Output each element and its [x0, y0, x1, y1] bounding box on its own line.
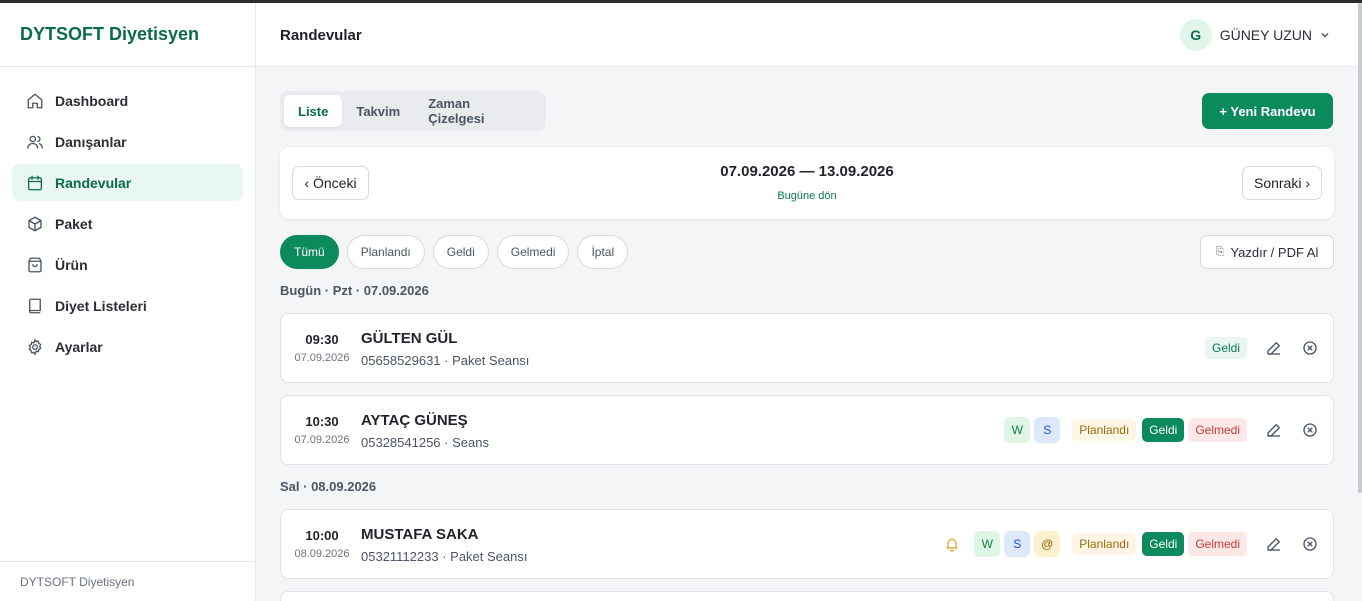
status-badge: Planlandı	[1072, 419, 1137, 441]
filter-absent[interactable]: Gelmedi	[496, 235, 570, 269]
brand-logo[interactable]: DYTSOFT Diyetisyen	[0, 3, 255, 67]
appointment-meta: 05328541256 · Seans	[361, 435, 489, 450]
sidebar-item-label: Randevular	[55, 174, 132, 191]
new-appointment-button[interactable]: + Yeni Randevu	[1202, 93, 1333, 129]
top-header: Randevular G GÜNEY UZUN	[256, 3, 1358, 67]
gear-icon	[26, 337, 44, 356]
client-name: AYTAÇ GÜNEŞ	[361, 412, 468, 429]
sidebar-item-label: Danışanlar	[55, 133, 127, 150]
client-name: GÜLTEN GÜL	[361, 330, 458, 347]
appointment-date: 08.09.2026	[294, 548, 350, 560]
scrollbar[interactable]	[1358, 3, 1362, 493]
sidebar-item-appointments[interactable]: Randevular	[12, 164, 243, 201]
tab-list[interactable]: Liste	[284, 95, 343, 127]
appointment-card[interactable]: 10:30 07.09.2026 AYTAÇ GÜNEŞ 05328541256…	[280, 395, 1334, 465]
next-week-button[interactable]: Sonraki ›	[1242, 166, 1322, 200]
status-badge: Geldi	[1204, 337, 1247, 359]
sidebar-footer: DYTSOFT Diyetisyen	[0, 561, 255, 601]
calendar-icon	[26, 174, 44, 192]
mark-attended-button[interactable]: Geldi	[1142, 418, 1185, 442]
user-name: GÜNEY UZUN	[1219, 27, 1312, 43]
day-header: Bugün · Pzt · 07.09.2026	[280, 283, 429, 298]
status-filters: Tümü Planlandı Geldi Gelmedi İptal	[280, 235, 636, 269]
appointment-meta: 05321112233 · Paket Seansı	[361, 549, 528, 564]
appointment-card[interactable]: 09:30 07.09.2026 GÜLTEN GÜL 05658529631 …	[280, 313, 1334, 383]
sidebar-item-product[interactable]: Ürün	[12, 246, 243, 283]
sidebar-item-label: Ürün	[55, 256, 88, 273]
shopping-bag-icon	[26, 256, 44, 274]
package-icon	[26, 215, 44, 233]
user-menu[interactable]: G GÜNEY UZUN	[1179, 19, 1330, 51]
sidebar-item-clients[interactable]: Danışanlar	[12, 123, 243, 160]
appointment-actions: W S @ Planlandı Geldi Gelmedi	[944, 510, 1319, 578]
view-tabs: Liste Takvim Zaman Çizelgesi	[280, 91, 546, 131]
home-icon	[26, 92, 44, 110]
users-icon	[26, 133, 44, 151]
bell-icon[interactable]	[944, 536, 960, 552]
appointment-time: 09:30	[305, 332, 339, 347]
filter-cancelled[interactable]: İptal	[577, 235, 629, 269]
edit-icon[interactable]	[1265, 421, 1283, 439]
appointment-card[interactable]	[280, 591, 1334, 601]
sidebar: DYTSOFT Diyetisyen Dashboard Danışanlar …	[0, 3, 256, 601]
appointment-date: 07.09.2026	[294, 352, 350, 364]
sidebar-item-label: Paket	[55, 215, 93, 232]
page-title: Randevular	[280, 27, 362, 44]
email-button[interactable]: @	[1034, 531, 1061, 557]
sidebar-item-settings[interactable]: Ayarlar	[12, 328, 243, 365]
cancel-circle-icon[interactable]	[1301, 535, 1319, 553]
chevron-down-icon	[1321, 32, 1329, 38]
week-navigator: ‹ Önceki 07.09.2026 — 13.09.2026 Bugüne …	[280, 147, 1334, 219]
print-pdf-button[interactable]: ⎘ Yazdır / PDF Al	[1200, 235, 1334, 269]
sidebar-nav: Dashboard Danışanlar Randevular Paket Ür…	[0, 67, 255, 384]
mark-absent-button[interactable]: Gelmedi	[1188, 532, 1247, 556]
whatsapp-button[interactable]: W	[1004, 417, 1031, 443]
client-name: MUSTAFA SAKA	[361, 526, 479, 543]
appointment-actions: W S Planlandı Geldi Gelmedi	[1000, 396, 1319, 464]
sidebar-item-label: Diyet Listeleri	[55, 297, 147, 314]
week-range: 07.09.2026 — 13.09.2026	[720, 163, 894, 180]
status-badge: Planlandı	[1072, 533, 1137, 555]
printer-icon: ⎘	[1215, 245, 1225, 258]
filter-planned[interactable]: Planlandı	[346, 235, 425, 269]
main-content: Liste Takvim Zaman Çizelgesi + Yeni Rand…	[256, 67, 1358, 601]
appointment-meta: 05658529631 · Paket Seansı	[361, 353, 530, 368]
back-to-today-link[interactable]: Bugüne dön	[280, 190, 1334, 202]
mark-absent-button[interactable]: Gelmedi	[1188, 418, 1247, 442]
edit-icon[interactable]	[1265, 535, 1283, 553]
edit-icon[interactable]	[1265, 339, 1283, 357]
filter-attended[interactable]: Geldi	[432, 235, 489, 269]
mark-attended-button[interactable]: Geldi	[1142, 532, 1185, 556]
sidebar-item-label: Dashboard	[55, 92, 129, 109]
cancel-circle-icon[interactable]	[1301, 421, 1319, 439]
sms-button[interactable]: S	[1004, 531, 1031, 557]
cancel-circle-icon[interactable]	[1301, 339, 1319, 357]
appointment-time: 10:00	[305, 528, 339, 543]
avatar: G	[1179, 19, 1212, 51]
whatsapp-button[interactable]: W	[974, 531, 1001, 557]
appointment-time: 10:30	[305, 414, 339, 429]
sms-button[interactable]: S	[1034, 417, 1061, 443]
sidebar-item-label: Ayarlar	[55, 338, 103, 355]
print-button-label: Yazdır / PDF Al	[1230, 244, 1319, 260]
appointment-card[interactable]: 10:00 08.09.2026 MUSTAFA SAKA 0532111223…	[280, 509, 1334, 579]
day-header: Sal · 08.09.2026	[280, 479, 377, 494]
filter-all[interactable]: Tümü	[280, 235, 339, 269]
tab-calendar[interactable]: Takvim	[342, 95, 414, 127]
tab-timeline[interactable]: Zaman Çizelgesi	[414, 95, 542, 127]
appointment-actions: Geldi	[1199, 314, 1319, 382]
book-icon	[26, 297, 44, 315]
sidebar-item-package[interactable]: Paket	[12, 205, 243, 242]
sidebar-item-diet-lists[interactable]: Diyet Listeleri	[12, 287, 243, 324]
appointment-date: 07.09.2026	[294, 434, 350, 446]
sidebar-item-dashboard[interactable]: Dashboard	[12, 82, 243, 119]
